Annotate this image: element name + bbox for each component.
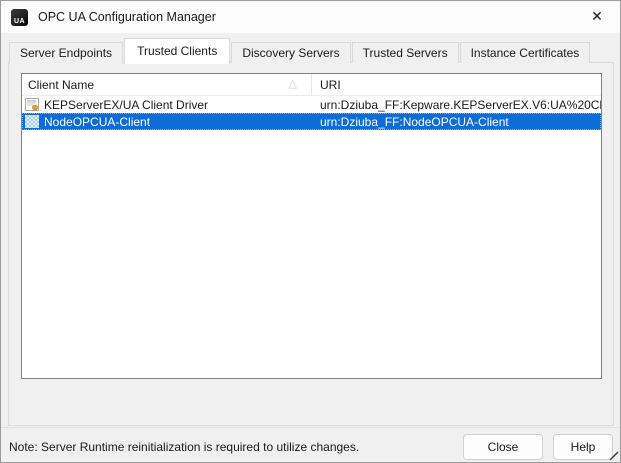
column-header-client-name[interactable]: Client Name: [22, 74, 312, 95]
uri-cell: urn:Dziuba_FF:Kepware.KEPServerEX.V6:UA%…: [320, 97, 601, 112]
close-icon[interactable]: ✕: [574, 1, 620, 32]
certificate-icon: [25, 115, 39, 128]
client-name-cell: KEPServerEX/UA Client Driver: [22, 98, 312, 112]
close-button[interactable]: Close: [463, 434, 543, 460]
title-bar: UA OPC UA Configuration Manager ✕: [1, 1, 620, 33]
tab-trusted-clients[interactable]: Trusted Clients: [124, 38, 231, 64]
list-header: Client Name URI: [22, 74, 601, 96]
list-body: KEPServerEX/UA Client Driver urn:Dziuba_F…: [22, 96, 601, 130]
trusted-clients-list[interactable]: Client Name URI KEPServerEX/UA Client Dr…: [21, 73, 602, 379]
resize-grip[interactable]: [609, 451, 619, 461]
tab-discovery-servers[interactable]: Discovery Servers: [231, 42, 351, 63]
client-name-cell: NodeOPCUA-Client: [22, 115, 312, 129]
tab-trusted-servers[interactable]: Trusted Servers: [351, 42, 459, 63]
tab-server-endpoints[interactable]: Server Endpoints: [9, 42, 124, 63]
list-row-nodeopcua-client[interactable]: NodeOPCUA-Client urn:Dziuba_FF:NodeOPCUA-…: [22, 113, 601, 130]
certificate-icon: [25, 98, 39, 111]
help-button[interactable]: Help: [553, 434, 613, 460]
client-name-text: KEPServerEX/UA Client Driver: [44, 97, 209, 112]
list-row-kepserverex-ua-client-driver[interactable]: KEPServerEX/UA Client Driver urn:Dziuba_F…: [22, 96, 601, 113]
uri-cell: urn:Dziuba_FF:NodeOPCUA-Client: [320, 114, 509, 129]
opc-ua-configuration-manager-window: UA OPC UA Configuration Manager ✕ Server…: [0, 0, 621, 463]
sort-ascending-icon: [289, 77, 297, 91]
runtime-note: Note: Server Runtime reinitialization is…: [9, 440, 360, 454]
client-name-text: NodeOPCUA-Client: [44, 114, 151, 129]
window-title: OPC UA Configuration Manager: [38, 10, 216, 24]
column-header-client-name-label: Client Name: [28, 78, 95, 92]
footer-divider: [1, 427, 620, 428]
tab-strip: Server Endpoints Trusted Clients Discovery…: [9, 33, 612, 64]
column-header-uri-label: URI: [320, 78, 341, 92]
app-icon: UA: [11, 8, 28, 26]
tab-instance-certificates[interactable]: Instance Certificates: [459, 42, 591, 63]
column-header-uri[interactable]: URI: [312, 74, 601, 95]
